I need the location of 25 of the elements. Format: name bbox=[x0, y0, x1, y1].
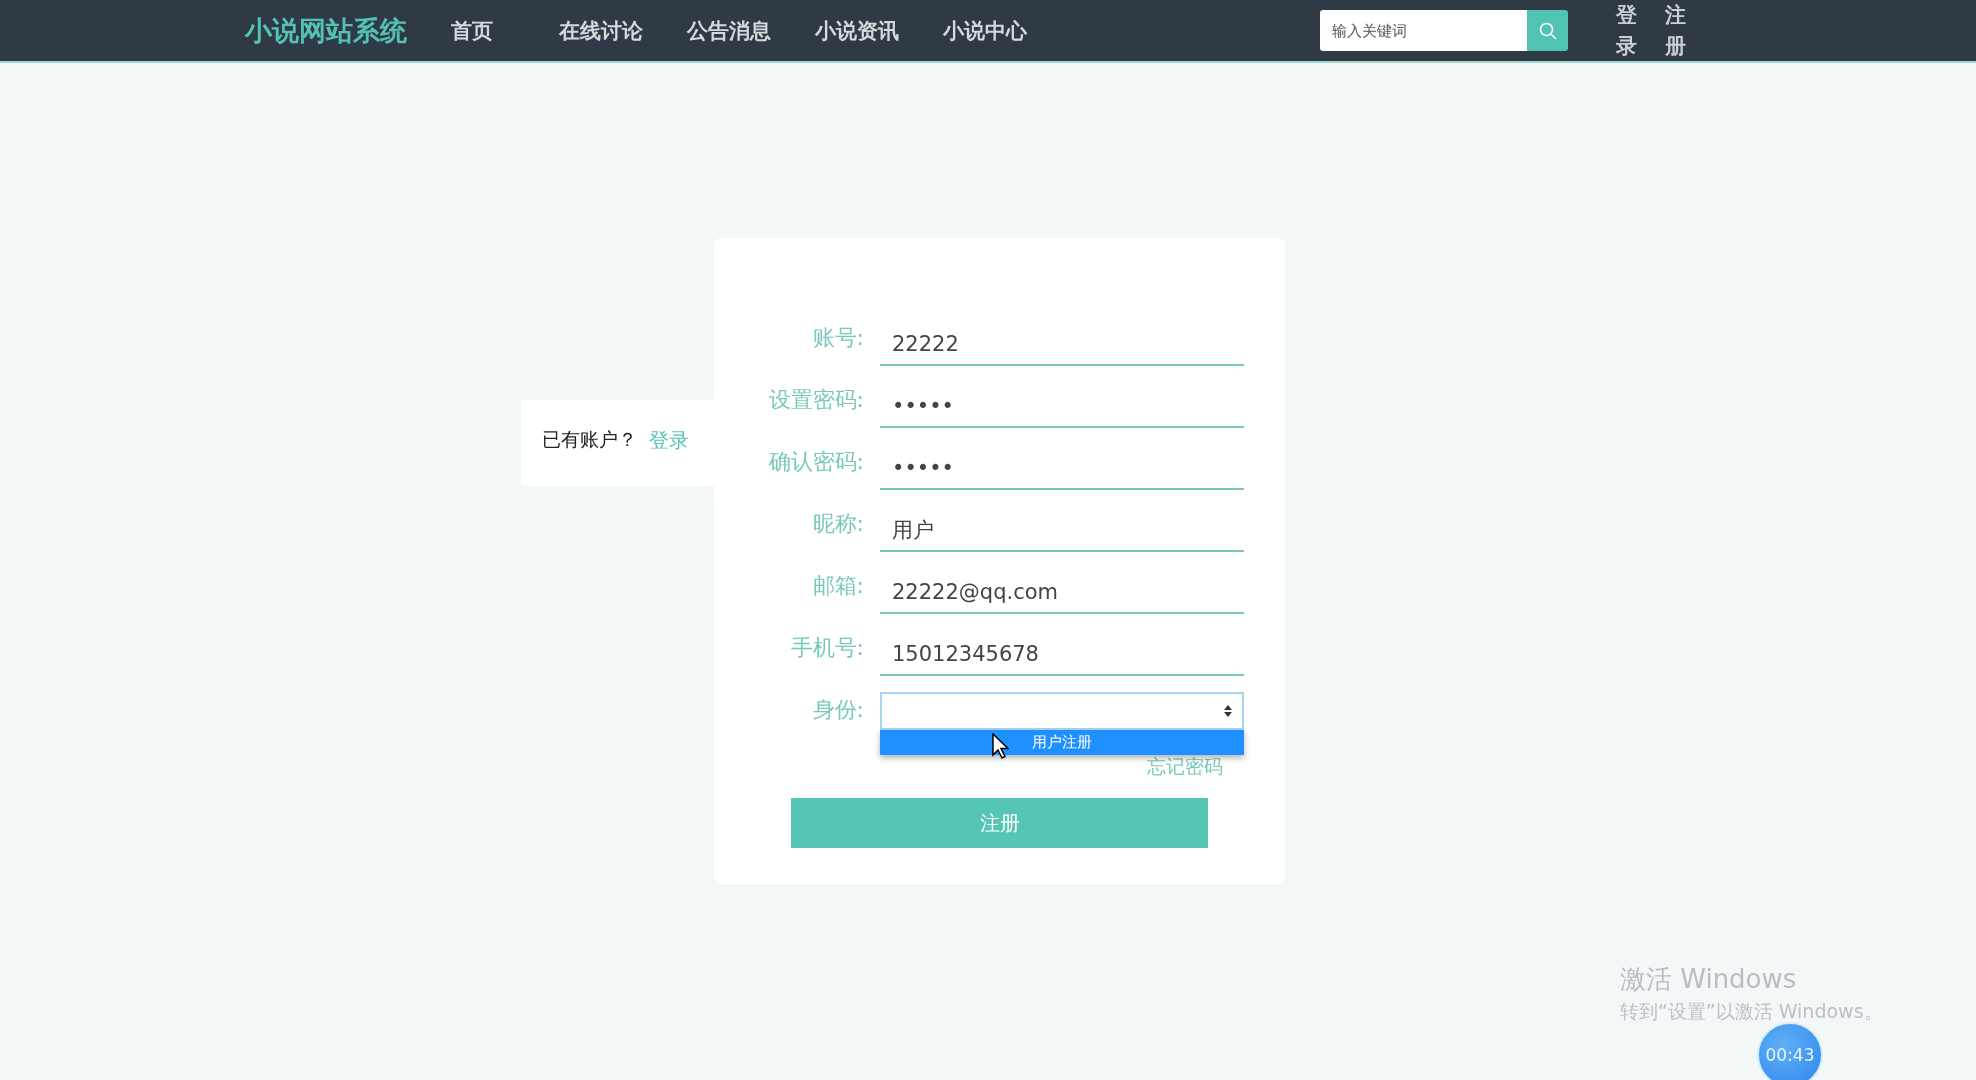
nav-link[interactable]: 公告消息 bbox=[687, 16, 771, 45]
search-icon bbox=[1538, 21, 1557, 40]
select-field[interactable] bbox=[880, 692, 1244, 730]
field-label: 设置密码: bbox=[767, 386, 864, 414]
field-label: 身份: bbox=[811, 696, 864, 724]
activation-title: 激活 Windows bbox=[1620, 963, 1798, 996]
auth-link[interactable]: 注册 bbox=[1665, 0, 1686, 61]
search-field[interactable]: 输入关键词 bbox=[1320, 10, 1527, 51]
field-label: 账号: bbox=[811, 324, 864, 352]
nav-link[interactable]: 小说中心 bbox=[943, 16, 1027, 45]
cursor-icon bbox=[992, 733, 1009, 759]
login-prompt: 已有账户？ bbox=[542, 427, 637, 452]
field-label: 手机号: bbox=[789, 634, 864, 662]
activation-text: 转到“设置”以激活 Windows。 bbox=[1620, 999, 1883, 1024]
site-logo[interactable]: 小说网站系统 bbox=[245, 12, 407, 49]
field-label: 邮箱: bbox=[811, 572, 864, 600]
auth-link[interactable]: 登录 bbox=[1616, 0, 1637, 61]
field-label: 确认密码: bbox=[767, 448, 864, 476]
search-button[interactable] bbox=[1527, 10, 1568, 51]
nav-link[interactable]: 在线讨论 bbox=[559, 16, 643, 45]
field-label: 昵称: bbox=[811, 510, 864, 538]
recording-timer: 00:43 bbox=[1757, 1022, 1823, 1080]
sort-arrows-icon bbox=[1224, 705, 1232, 717]
nav-link[interactable]: 小说资讯 bbox=[815, 16, 899, 45]
nav-link[interactable]: 首页 bbox=[451, 16, 493, 45]
